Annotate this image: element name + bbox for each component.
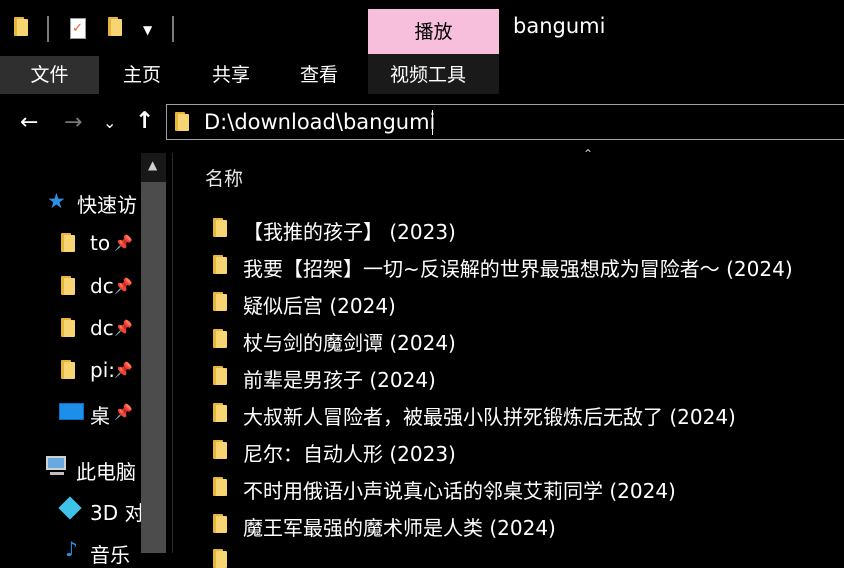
- file-row[interactable]: 前辈是男孩子 (2024): [243, 364, 436, 393]
- folder-icon: [14, 17, 28, 36]
- pane-divider[interactable]: [172, 153, 173, 553]
- folder-icon: [61, 318, 75, 337]
- tab-video-tools[interactable]: 视频工具: [390, 56, 466, 94]
- nav-item-label[interactable]: dc: [90, 316, 114, 340]
- file-row[interactable]: 大叔新人冒险者，被最强小队拼死锻炼后无敌了 (2024): [243, 401, 736, 430]
- window-title: bangumi: [513, 14, 606, 38]
- nav-pc-item-label[interactable]: 3D 对: [90, 497, 144, 526]
- star-icon: ★: [47, 189, 66, 213]
- file-row[interactable]: 【我推的孩子】 (2023): [243, 216, 456, 245]
- music-icon: ♪: [65, 537, 78, 561]
- folder-icon: [175, 112, 189, 131]
- nav-item-label[interactable]: to: [90, 231, 110, 255]
- tab-file[interactable]: 文件: [0, 56, 99, 94]
- folder-icon: [213, 514, 227, 533]
- pin-icon: 📌: [114, 361, 133, 379]
- new-folder-icon[interactable]: [108, 17, 122, 36]
- nav-this-pc[interactable]: 此电脑: [76, 456, 136, 485]
- pin-icon: 📌: [114, 277, 133, 295]
- nav-item-label[interactable]: pi:: [90, 358, 115, 382]
- folder-icon: [61, 276, 75, 295]
- computer-icon: [46, 456, 66, 470]
- folder-icon: [213, 292, 227, 311]
- folder-icon: [213, 440, 227, 459]
- pin-icon: 📌: [114, 319, 133, 337]
- properties-icon[interactable]: ✓: [70, 18, 86, 39]
- nav-item-label[interactable]: dc: [90, 274, 114, 298]
- folder-icon: [213, 218, 227, 237]
- up-arrow-icon[interactable]: ↑: [135, 108, 154, 134]
- folder-icon: [213, 477, 227, 496]
- pin-icon: 📌: [114, 403, 133, 421]
- folder-icon: [61, 233, 75, 252]
- tab-view[interactable]: 查看: [300, 56, 338, 94]
- sort-ascending-icon: ⌃: [583, 147, 594, 161]
- file-row[interactable]: 不时用俄语小声说真心话的邻桌艾莉同学 (2024): [243, 475, 676, 504]
- file-row[interactable]: 我要【招架】一切~反误解的世界最强想成为冒险者～ (2024): [243, 253, 793, 282]
- nav-item-label[interactable]: 桌: [90, 400, 110, 429]
- file-row[interactable]: 杖与剑的魔剑谭 (2024): [243, 327, 456, 356]
- forward-arrow-icon[interactable]: →: [64, 110, 82, 135]
- tab-home[interactable]: 主页: [123, 56, 161, 94]
- file-row[interactable]: 尼尔：自动人形 (2023): [243, 438, 456, 467]
- 3d-objects-icon: [58, 496, 82, 520]
- computer-stand: [50, 472, 64, 475]
- folder-icon: [213, 366, 227, 385]
- context-tab-play[interactable]: 播放: [368, 9, 499, 54]
- folder-icon: [213, 549, 227, 568]
- file-row[interactable]: 魔王军最强的魔术师是人类 (2024): [243, 512, 556, 541]
- file-row[interactable]: 疑似后宫 (2024): [243, 290, 396, 319]
- folder-icon: [213, 329, 227, 348]
- desktop-icon: [59, 403, 84, 420]
- nav-pc-item-label[interactable]: 音乐: [90, 539, 130, 568]
- tab-share[interactable]: 共享: [212, 56, 250, 94]
- text-caret: [432, 110, 433, 135]
- recent-locations-chevron-icon[interactable]: ⌄: [103, 113, 116, 132]
- address-path[interactable]: D:\download\bangumi: [204, 110, 435, 134]
- chevron-down-icon[interactable]: ▼: [143, 23, 152, 37]
- pin-icon: 📌: [114, 234, 133, 252]
- column-header-name[interactable]: 名称: [205, 164, 243, 191]
- folder-icon: [213, 255, 227, 274]
- toolbar-separator: [47, 16, 49, 42]
- folder-icon: [213, 403, 227, 422]
- nav-quick-access[interactable]: 快速访: [77, 189, 137, 218]
- nav-scrollbar-thumb[interactable]: [141, 182, 166, 553]
- scroll-up-icon[interactable]: ▲: [148, 158, 157, 172]
- toolbar-separator: [172, 16, 174, 42]
- back-arrow-icon[interactable]: ←: [20, 110, 38, 135]
- folder-icon: [61, 360, 75, 379]
